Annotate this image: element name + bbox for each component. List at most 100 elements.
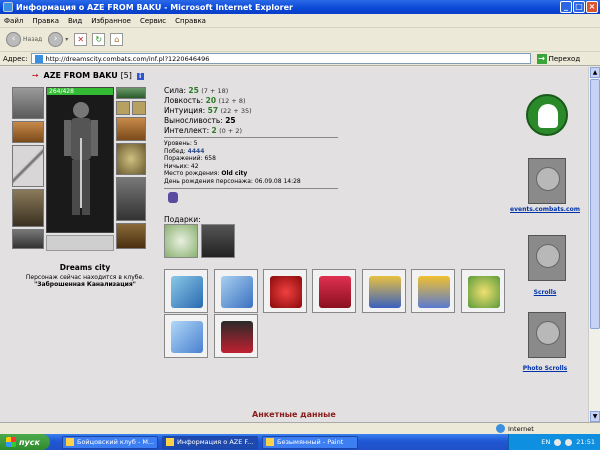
character-name-line: ➙ AZE FROM BAKU [5] i bbox=[32, 71, 144, 80]
menu-bar: Файл Правка Вид Избранное Сервис Справка bbox=[0, 14, 600, 28]
address-label: Адрес: bbox=[3, 54, 28, 63]
character-name: AZE FROM BAKU bbox=[43, 71, 118, 80]
helmet-slot[interactable] bbox=[12, 87, 44, 119]
ring-slot-1[interactable] bbox=[116, 101, 130, 115]
inventory-item[interactable] bbox=[164, 314, 208, 358]
maximize-button[interactable]: □ bbox=[573, 1, 585, 13]
inventory-item[interactable] bbox=[312, 269, 356, 313]
forward-dropdown-icon[interactable]: ▾ bbox=[65, 36, 68, 43]
amulet-slot[interactable] bbox=[116, 87, 146, 99]
minimize-button[interactable]: _ bbox=[560, 1, 572, 13]
detail-birthplace: Место рождения: Old city bbox=[164, 170, 248, 177]
status-bar: Internet bbox=[0, 422, 600, 434]
belt-slot[interactable] bbox=[12, 229, 44, 249]
go-label[interactable]: Переход bbox=[549, 55, 581, 63]
weapon-slot[interactable] bbox=[12, 145, 44, 187]
task-paint[interactable]: Безымянный - Paint bbox=[262, 435, 358, 449]
system-tray: EN 21:51 bbox=[508, 434, 600, 450]
ring-slot-2[interactable] bbox=[132, 101, 146, 115]
stat-intuition: Интуиция: 57 (22 + 35) bbox=[164, 106, 252, 115]
stats-block: Сила: 25 (7 + 18) Ловкость: 20 (12 + 8) … bbox=[164, 86, 252, 136]
address-input[interactable]: http://dreamscity.combats.com/inf.pl?122… bbox=[30, 53, 531, 64]
bracers-slot[interactable] bbox=[12, 121, 44, 143]
menu-favorites[interactable]: Избранное bbox=[91, 17, 131, 25]
menu-edit[interactable]: Правка bbox=[32, 17, 59, 25]
forward-button[interactable]: › bbox=[48, 32, 64, 47]
ie-icon bbox=[166, 438, 174, 446]
page-content: ➙ AZE FROM BAKU [5] i 264/428 Dreams cit… bbox=[0, 67, 588, 422]
stat-strength: Сила: 25 (7 + 18) bbox=[164, 86, 229, 95]
menu-view[interactable]: Вид bbox=[68, 17, 82, 25]
inventory-item[interactable] bbox=[362, 269, 406, 313]
scroll-up-arrow-icon[interactable]: ▲ bbox=[590, 67, 600, 78]
address-url[interactable]: http://dreamscity.combats.com/inf.pl?122… bbox=[46, 54, 210, 64]
armor-slot[interactable] bbox=[12, 189, 44, 227]
tray-icon[interactable] bbox=[565, 438, 573, 446]
menu-tools[interactable]: Сервис bbox=[140, 17, 166, 25]
refresh-icon[interactable]: ↻ bbox=[92, 33, 106, 46]
paint-icon bbox=[266, 438, 274, 446]
character-avatar: 264/428 bbox=[46, 87, 114, 233]
gifts-label: Подарки: bbox=[164, 215, 201, 224]
arrow-icon: ➙ bbox=[32, 71, 39, 80]
events-banner[interactable] bbox=[528, 158, 566, 204]
home-icon[interactable]: ⌂ bbox=[110, 33, 124, 46]
inventory-item[interactable] bbox=[164, 269, 208, 313]
back-label[interactable]: Назад bbox=[23, 36, 42, 43]
start-button[interactable]: пуск bbox=[0, 434, 50, 450]
toolbar: ‹ Назад › ▾ ✕ ↻ ⌂ bbox=[0, 28, 600, 52]
inventory-item[interactable] bbox=[214, 269, 258, 313]
windows-logo-icon bbox=[6, 437, 16, 447]
hp-value: 264/428 bbox=[49, 88, 74, 95]
avatar-logo-plate bbox=[46, 235, 114, 251]
clock[interactable]: 21:51 bbox=[576, 438, 595, 446]
photo-scrolls-link[interactable]: Photo Scrolls bbox=[505, 365, 585, 372]
menu-file[interactable]: Файл bbox=[4, 17, 23, 25]
stat-intellect: Интеллект: 2 (0 + 2) bbox=[164, 126, 243, 135]
boots-slot[interactable] bbox=[116, 223, 146, 249]
detail-level: Уровень: 5 bbox=[164, 140, 198, 147]
detail-birthday: День рождения персонажа: 06.09.08 14:28 bbox=[164, 177, 301, 185]
task-info[interactable]: Информация о AZE F... bbox=[162, 435, 258, 449]
globe-icon bbox=[496, 424, 505, 433]
inventory-item[interactable] bbox=[411, 269, 455, 313]
scroll-down-arrow-icon[interactable]: ▼ bbox=[590, 411, 600, 422]
details-block: Уровень: 5 Побед: 4444 Поражений: 658 Ни… bbox=[164, 140, 301, 185]
address-bar: Адрес: http://dreamscity.combats.com/inf… bbox=[0, 52, 600, 66]
location-place: "Заброшенная Канализация" bbox=[34, 281, 136, 288]
tray-icon[interactable] bbox=[554, 438, 562, 446]
inventory-item[interactable] bbox=[214, 314, 258, 358]
scroll-thumb[interactable] bbox=[590, 79, 600, 329]
menu-help[interactable]: Справка bbox=[175, 17, 206, 25]
photo-scrolls-banner[interactable] bbox=[528, 312, 566, 358]
stop-icon[interactable]: ✕ bbox=[74, 33, 88, 46]
knight-figure bbox=[64, 102, 98, 215]
task-combats[interactable]: Бойцовский клуб - M... bbox=[62, 435, 158, 449]
taskbar: пуск Бойцовский клуб - M... Информация о… bbox=[0, 434, 600, 450]
info-icon[interactable]: i bbox=[136, 73, 144, 80]
inventory-item[interactable] bbox=[263, 269, 307, 313]
gift-item-2[interactable] bbox=[201, 224, 235, 258]
language-indicator[interactable]: EN bbox=[541, 438, 550, 446]
events-link[interactable]: events.combats.com bbox=[505, 206, 585, 213]
legs-slot[interactable] bbox=[116, 177, 146, 221]
close-button[interactable]: × bbox=[586, 1, 598, 13]
vertical-scrollbar[interactable]: ▲ ▼ bbox=[588, 67, 600, 422]
scrolls-banner[interactable] bbox=[528, 235, 566, 281]
clan-badge-icon[interactable] bbox=[168, 192, 178, 203]
back-button[interactable]: ‹ bbox=[6, 32, 21, 47]
go-button[interactable]: → Переход bbox=[536, 53, 581, 64]
ie-icon bbox=[3, 2, 13, 12]
page-icon bbox=[34, 54, 43, 63]
detail-losses: Поражений: 658 bbox=[164, 155, 216, 162]
inventory-item[interactable] bbox=[461, 269, 505, 313]
gift-item-1[interactable] bbox=[164, 224, 198, 258]
detail-draws: Ничьих: 42 bbox=[164, 162, 199, 170]
scrolls-link[interactable]: Scrolls bbox=[505, 289, 585, 296]
city-name: Dreams city bbox=[59, 263, 111, 272]
zone-indicator: Internet bbox=[496, 424, 534, 433]
mascot-logo[interactable] bbox=[526, 94, 568, 136]
detail-wins: Побед: 4444 bbox=[164, 147, 205, 155]
gloves-slot[interactable] bbox=[116, 117, 146, 141]
shield-slot[interactable] bbox=[116, 143, 146, 175]
